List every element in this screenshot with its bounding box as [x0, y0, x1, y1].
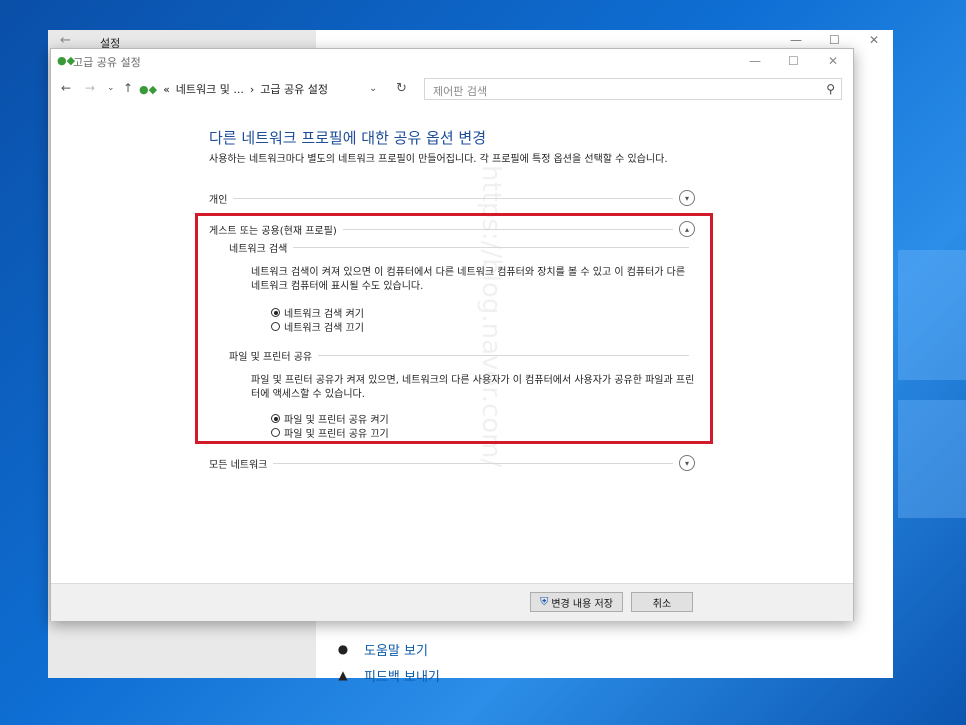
back-arrow-icon[interactable]: ← [60, 33, 71, 48]
back-arrow-icon[interactable]: ← [61, 81, 71, 95]
maximize-icon[interactable]: ☐ [829, 33, 840, 47]
search-box[interactable]: 제어판 검색 ⚲ [424, 78, 842, 100]
feedback-link[interactable]: ▲ 피드백 보내기 [336, 662, 440, 688]
feedback-link-label: 피드백 보내기 [364, 669, 440, 685]
window-title: 고급 공유 설정 [73, 56, 141, 69]
feedback-icon: ▲ [338, 668, 348, 682]
breadcrumb-overflow[interactable]: « [163, 83, 170, 96]
forward-arrow-icon[interactable]: → [85, 81, 95, 95]
search-icon[interactable]: ⚲ [826, 82, 835, 96]
main-content: https://blog.naver.com/ 다른 네트워크 프로필에 대한 … [51, 105, 853, 583]
cancel-button-label: 취소 [652, 598, 672, 610]
chevron-down-icon[interactable]: ▾ [679, 455, 695, 471]
window-titlebar: ●◆ 고급 공유 설정 — ☐ ✕ [51, 49, 853, 73]
breadcrumb-current[interactable]: 고급 공유 설정 [260, 81, 328, 97]
help-link[interactable]: ● 도움말 보기 [336, 636, 440, 662]
desktop-glow [898, 400, 966, 518]
save-button-label: 변경 내용 저장 [551, 598, 613, 610]
maximize-icon[interactable]: ☐ [788, 54, 799, 68]
page-description: 사용하는 네트워크마다 별도의 네트워크 프로필이 만들어집니다. 각 프로필에… [209, 154, 668, 165]
refresh-icon[interactable]: ↻ [396, 81, 407, 96]
footer-bar: ⛨ 변경 내용 저장 취소 [51, 583, 853, 621]
page-title: 다른 네트워크 프로필에 대한 공유 옵션 변경 [209, 129, 487, 147]
cancel-button[interactable]: 취소 [631, 592, 693, 612]
help-link-label: 도움말 보기 [364, 643, 428, 659]
desktop-glow [898, 250, 966, 380]
network-icon: ●◆ [139, 82, 158, 96]
recent-dropdown-icon[interactable]: ⌄ [107, 83, 115, 93]
divider [273, 462, 673, 464]
highlight-box [195, 213, 713, 444]
section-private[interactable]: 개인 ▾ [209, 190, 695, 206]
close-icon[interactable]: ✕ [828, 54, 838, 68]
control-panel-window: ●◆ 고급 공유 설정 — ☐ ✕ ← → ⌄ ↑ ●◆ « 네트워크 및 ..… [50, 48, 854, 621]
minimize-icon[interactable]: — [749, 54, 761, 68]
breadcrumb-network[interactable]: 네트워크 및 ... [176, 81, 244, 97]
chevron-down-icon[interactable]: ▾ [679, 190, 695, 206]
divider [233, 197, 673, 199]
breadcrumb-separator: › [249, 82, 255, 96]
address-dropdown-icon[interactable]: ⌄ [369, 83, 377, 94]
section-all-networks-label: 모든 네트워크 [209, 459, 268, 471]
minimize-icon[interactable]: — [790, 33, 802, 47]
shield-icon: ⛨ [540, 595, 549, 608]
section-private-label: 개인 [209, 194, 228, 206]
search-placeholder: 제어판 검색 [433, 85, 488, 98]
up-arrow-icon[interactable]: ↑ [123, 81, 133, 95]
help-links: ● 도움말 보기 ▲ 피드백 보내기 [336, 636, 440, 688]
help-icon: ● [337, 642, 349, 656]
save-button[interactable]: ⛨ 변경 내용 저장 [530, 592, 623, 612]
close-icon[interactable]: ✕ [869, 33, 879, 47]
section-all-networks[interactable]: 모든 네트워크 ▾ [209, 455, 695, 471]
address-row: ← → ⌄ ↑ ●◆ « 네트워크 및 ... › 고급 공유 설정 ⌄ ↻ 제… [51, 75, 853, 103]
address-bar[interactable]: ●◆ « 네트워크 및 ... › 고급 공유 설정 [139, 78, 389, 100]
